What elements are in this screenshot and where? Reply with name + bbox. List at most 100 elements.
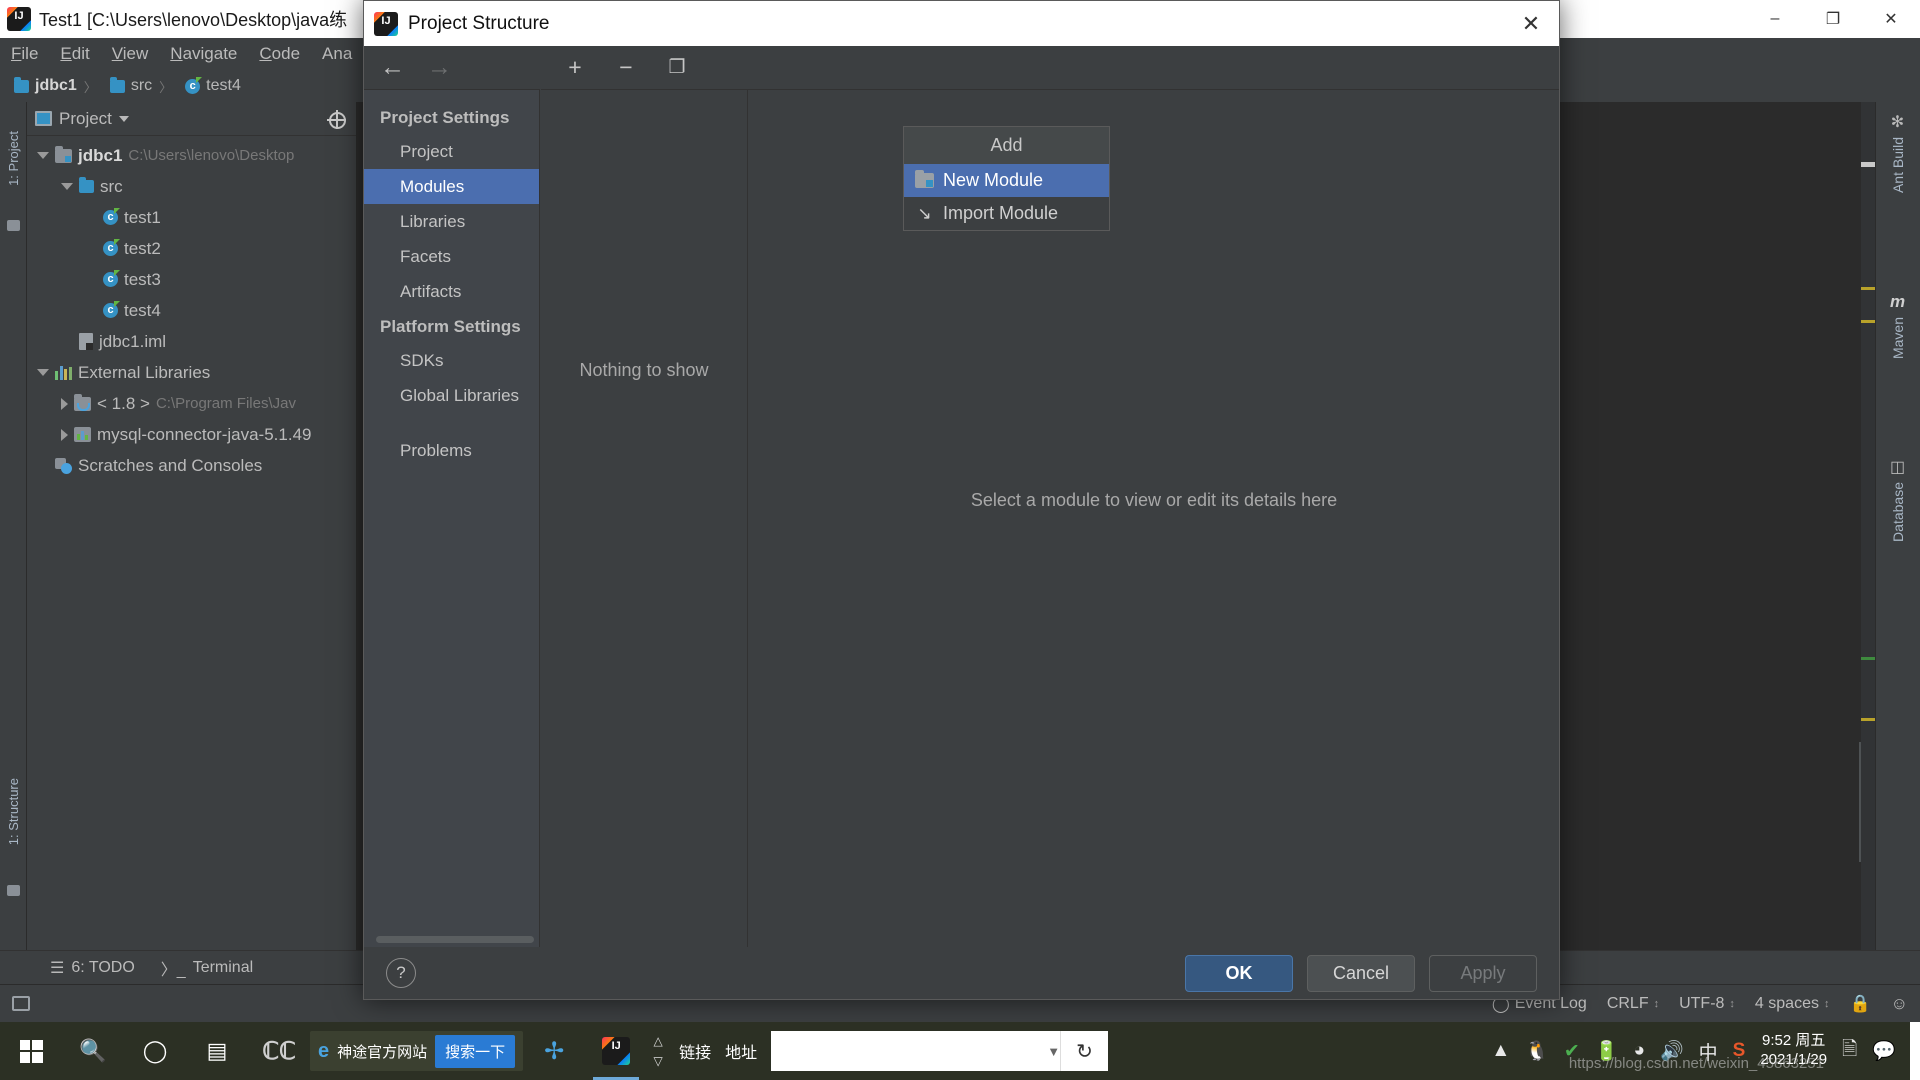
sogou-icon[interactable]: S <box>1733 1040 1746 1062</box>
intellij-idea-logo <box>7 7 31 31</box>
close-button[interactable]: ✕ <box>1862 0 1920 38</box>
forward-arrow-icon[interactable]: → <box>427 53 452 82</box>
tree-node[interactable]: src <box>27 171 356 202</box>
dialog-sidebar-scrollbar[interactable] <box>376 936 534 943</box>
wifi-icon[interactable]: ◕ <box>1633 1040 1644 1062</box>
cancel-button[interactable]: Cancel <box>1307 954 1415 992</box>
line-separator-indicator[interactable]: CRLF ↕ <box>1607 995 1659 1013</box>
tree-node[interactable]: jdbc1.iml <box>27 326 356 357</box>
taskbar-app-internet-explorer[interactable]: e 神途官方网站 搜索一下 <box>310 1031 524 1071</box>
sidebar-item-project[interactable]: Project <box>364 134 539 169</box>
taskbar-app-sogou[interactable]: ℂℂ <box>248 1022 310 1080</box>
sidebar-item-global-libraries[interactable]: Global Libraries <box>364 378 539 413</box>
notification-icon[interactable]: 🗎 <box>1842 1035 1857 1067</box>
chevron-down-icon[interactable] <box>118 115 129 122</box>
cortana-icon[interactable]: ◯ <box>124 1022 186 1080</box>
tree-node[interactable]: < 1.8 > C:\Program Files\Jav <box>27 388 356 419</box>
marker-warning <box>1861 320 1875 323</box>
ok-button[interactable]: OK <box>1185 954 1293 992</box>
address-input[interactable] <box>771 1031 1072 1071</box>
tool-tab-maven[interactable]: m Maven <box>1875 292 1920 359</box>
sidebar-item-modules[interactable]: Modules <box>364 169 539 204</box>
task-view-icon[interactable]: ▤ <box>186 1022 248 1080</box>
status-bar-toggle-icon[interactable] <box>12 996 30 1011</box>
breadcrumb-item-class[interactable]: test4 <box>152 76 241 96</box>
chevron-right-icon[interactable] <box>61 428 68 441</box>
menu-item-import-module[interactable]: ↘ Import Module <box>904 197 1109 230</box>
tool-tab-terminal[interactable]: 〉_ Terminal <box>161 956 253 980</box>
taskbar-app-idea-active[interactable] <box>585 1022 647 1080</box>
menu-analyze[interactable]: Ana <box>311 44 363 64</box>
menu-navigate[interactable]: Navigate <box>159 44 248 64</box>
sidebar-item-problems[interactable]: Problems <box>364 433 539 468</box>
back-arrow-icon[interactable]: ← <box>380 53 405 82</box>
hector-icon[interactable]: ☺ <box>1891 994 1908 1014</box>
sidebar-item-label: SDKs <box>400 350 444 370</box>
chevron-down-icon[interactable] <box>37 369 49 376</box>
action-center-icon[interactable]: 💬 <box>1872 1039 1896 1063</box>
menu-file[interactable]: File <box>0 44 49 64</box>
breadcrumb-label: test4 <box>206 77 241 94</box>
scroll-from-source-icon[interactable] <box>327 110 346 129</box>
chevron-up-icon[interactable]: ▲ <box>1491 1040 1510 1062</box>
dialog-close-button[interactable]: ✕ <box>1503 1 1559 46</box>
plus-icon[interactable]: + <box>563 54 587 81</box>
volume-icon[interactable]: 🔊 <box>1660 1039 1684 1063</box>
encoding-indicator[interactable]: UTF-8 ↕ <box>1679 995 1735 1013</box>
show-desktop-button[interactable] <box>1910 1022 1920 1080</box>
tree-node[interactable]: test2 <box>27 233 356 264</box>
sidebar-item-artifacts[interactable]: Artifacts <box>364 274 539 309</box>
modules-list-panel[interactable]: Nothing to show <box>541 90 748 947</box>
search-icon[interactable]: 🔍 <box>62 1022 124 1080</box>
minimize-button[interactable]: – <box>1746 0 1804 38</box>
help-button[interactable]: ? <box>386 958 416 988</box>
qq-penguin-icon[interactable]: 🐧 <box>1525 1039 1549 1063</box>
tree-node[interactable]: Scratches and Consoles <box>27 450 356 481</box>
dialog-sidebar[interactable]: Project Settings Project Modules Libraries F… <box>364 90 540 947</box>
sidebar-item-libraries[interactable]: Libraries <box>364 204 539 239</box>
security-shield-icon[interactable]: ✔ <box>1564 1040 1580 1063</box>
tool-tab-structure[interactable]: 1: Structure <box>0 752 27 872</box>
address-bar[interactable]: ▼ ↻ <box>771 1031 1109 1071</box>
menu-view[interactable]: View <box>101 44 160 64</box>
taskbar-clock[interactable]: 9:52 周五 2021/1/29 <box>1760 1032 1827 1070</box>
tree-node[interactable]: mysql-connector-java-5.1.49 <box>27 419 356 450</box>
tree-node-label: mysql-connector-java-5.1.49 <box>97 424 312 444</box>
windows-start-icon[interactable] <box>0 1022 62 1080</box>
project-panel-header[interactable]: Project <box>27 102 356 136</box>
tree-node[interactable]: test4 <box>27 295 356 326</box>
sidebar-item-facets[interactable]: Facets <box>364 239 539 274</box>
copy-icon[interactable]: ❐ <box>665 56 689 79</box>
lock-icon[interactable]: 🔒 <box>1849 994 1870 1014</box>
chevron-right-icon[interactable] <box>61 397 68 410</box>
tool-tab-todo[interactable]: ☰ 6: TODO <box>50 958 135 978</box>
chevron-down-icon[interactable] <box>37 152 49 159</box>
menu-edit[interactable]: Edit <box>49 44 100 64</box>
tool-tab-icon-small[interactable] <box>0 214 27 236</box>
minus-icon[interactable]: − <box>614 54 638 81</box>
maximize-button[interactable]: ❐ <box>1804 0 1862 38</box>
sidebar-item-sdks[interactable]: SDKs <box>364 343 539 378</box>
refresh-icon[interactable]: ↻ <box>1060 1031 1109 1071</box>
tree-node[interactable]: jdbc1 C:\Users\lenovo\Desktop <box>27 140 356 171</box>
taskbar-app-idea-dock[interactable]: ✢ <box>523 1022 585 1080</box>
module-detail-placeholder: Select a module to view or edit its deta… <box>970 490 1338 510</box>
tool-tab-database[interactable]: ◫ Database <box>1875 457 1920 542</box>
battery-icon[interactable]: 🔋 <box>1595 1039 1619 1063</box>
breadcrumb-item-src[interactable]: src <box>77 76 152 96</box>
spinner-buttons[interactable]: △ ▽ <box>647 1022 669 1080</box>
breadcrumb-item-project[interactable]: jdbc1 <box>14 76 77 95</box>
tool-tab-project[interactable]: 1: Project <box>0 108 27 208</box>
chevron-down-icon[interactable] <box>61 183 73 190</box>
tree-node[interactable]: External Libraries <box>27 357 356 388</box>
search-chip-button[interactable]: 搜索一下 <box>435 1034 516 1068</box>
ime-indicator[interactable]: 中 <box>1699 1038 1718 1065</box>
tree-node[interactable]: test1 <box>27 202 356 233</box>
folder-icon <box>14 76 29 93</box>
menu-code[interactable]: Code <box>248 44 311 64</box>
tool-tab-ant-build[interactable]: ✻ Ant Build <box>1875 112 1920 193</box>
menu-item-new-module[interactable]: New Module <box>904 164 1109 197</box>
indent-indicator[interactable]: 4 spaces ↕ <box>1755 995 1830 1013</box>
project-tree[interactable]: jdbc1 C:\Users\lenovo\Desktop srctest1 test… <box>27 136 356 481</box>
tree-node[interactable]: test3 <box>27 264 356 295</box>
